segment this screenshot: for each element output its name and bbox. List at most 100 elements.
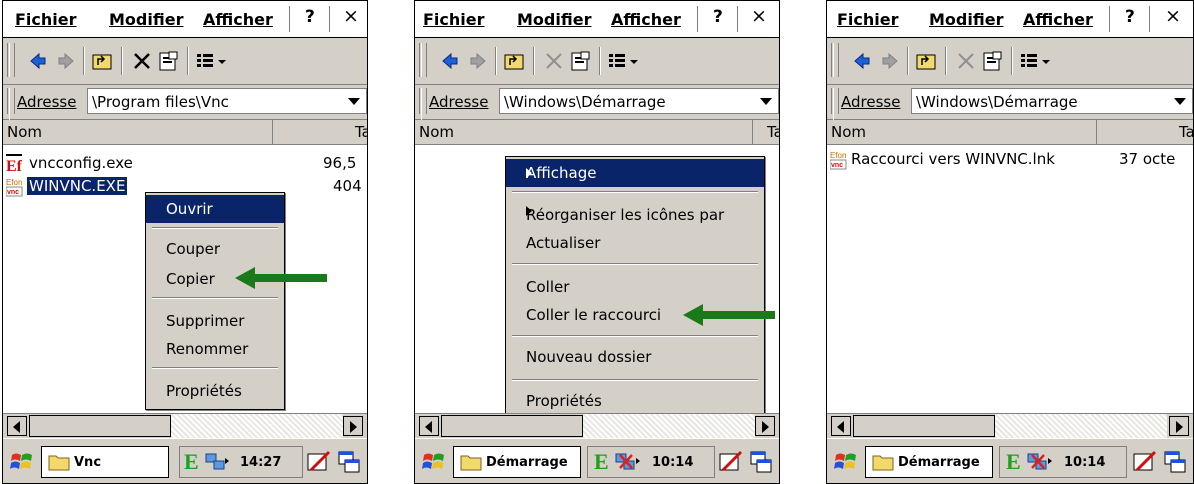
task-button-vnc[interactable]: Vnc [41, 446, 169, 478]
windows-start-icon[interactable] [421, 449, 447, 475]
address-input[interactable]: \Windows\Démarrage [499, 88, 779, 114]
task-button-demarrage[interactable]: Démarrage [865, 446, 993, 478]
scroll-track[interactable] [171, 414, 343, 438]
close-button[interactable]: × [343, 5, 359, 27]
address-grip[interactable] [419, 88, 427, 122]
delete-icon[interactable] [543, 50, 565, 72]
pen-input-icon[interactable] [719, 450, 743, 474]
forward-icon[interactable] [879, 50, 901, 72]
pen-input-icon[interactable] [1133, 450, 1157, 474]
horizontal-scrollbar[interactable] [415, 413, 779, 438]
toolbar-grip[interactable] [419, 43, 427, 77]
properties-icon[interactable] [569, 50, 591, 72]
column-header-size[interactable]: Ta [767, 123, 779, 141]
scroll-thumb[interactable] [29, 415, 171, 437]
menu-fichier[interactable]: Fichier [15, 10, 77, 29]
scroll-left-button[interactable] [831, 416, 851, 436]
view-menu-icon[interactable] [1019, 50, 1051, 72]
menu-modifier[interactable]: Modifier [929, 10, 1003, 29]
efon-tray-icon[interactable]: E [184, 449, 199, 475]
properties-icon[interactable] [981, 50, 1003, 72]
menu-afficher[interactable]: Afficher [203, 10, 273, 29]
column-header-name[interactable]: Nom [3, 120, 273, 144]
scroll-thumb[interactable] [853, 415, 995, 437]
view-menu-icon[interactable] [195, 50, 227, 72]
task-button-demarrage[interactable]: Démarrage [453, 446, 581, 478]
menu-modifier[interactable]: Modifier [517, 10, 591, 29]
up-folder-icon[interactable] [915, 50, 937, 72]
context-item-actualiser[interactable]: Actualiser [506, 231, 764, 255]
menu-fichier[interactable]: Fichier [423, 10, 485, 29]
close-button[interactable]: × [1165, 5, 1181, 27]
properties-icon[interactable] [157, 50, 179, 72]
context-item-proprietes[interactable]: Propriétés [146, 379, 284, 403]
back-icon[interactable] [851, 50, 873, 72]
context-item-reorganiser[interactable]: Réorganiser les icônes par [506, 203, 764, 227]
help-button[interactable]: ? [713, 7, 723, 27]
close-button[interactable]: × [751, 5, 767, 27]
context-item-affichage[interactable]: Affichage [506, 159, 764, 187]
menu-modifier[interactable]: Modifier [109, 10, 183, 29]
chevron-down-icon[interactable] [1174, 98, 1186, 105]
toolbar-grip[interactable] [831, 43, 839, 77]
back-icon[interactable] [439, 50, 461, 72]
up-folder-icon[interactable] [503, 50, 525, 72]
delete-icon[interactable] [131, 50, 153, 72]
scroll-track[interactable] [583, 414, 755, 438]
horizontal-scrollbar[interactable] [827, 413, 1193, 438]
context-item-supprimer[interactable]: Supprimer [146, 309, 284, 333]
address-grip[interactable] [831, 88, 839, 122]
file-row[interactable]: Ef vncconfig.exe 96,5 [3, 153, 367, 175]
chevron-down-icon[interactable] [760, 98, 772, 105]
menu-afficher[interactable]: Afficher [611, 10, 681, 29]
column-header-size[interactable]: Ta [355, 123, 367, 141]
context-item-renommer[interactable]: Renommer [146, 337, 284, 361]
address-grip[interactable] [7, 88, 15, 122]
switch-window-icon[interactable] [337, 450, 361, 474]
windows-start-icon[interactable] [833, 449, 859, 475]
help-button[interactable]: ? [305, 7, 315, 27]
switch-window-icon[interactable] [749, 450, 773, 474]
network-icon[interactable] [204, 451, 230, 473]
scroll-right-button[interactable] [755, 416, 775, 436]
address-input[interactable]: \Program files\Vnc [87, 88, 367, 114]
toolbar-separator [121, 47, 123, 75]
column-header-size[interactable]: Ta [1179, 123, 1193, 141]
column-header: Nom Ta [3, 120, 367, 145]
horizontal-scrollbar[interactable] [3, 413, 367, 438]
efon-tray-icon[interactable]: E [594, 449, 609, 475]
context-item-coller[interactable]: Coller [506, 275, 764, 299]
switch-window-icon[interactable] [1163, 450, 1187, 474]
windows-start-icon[interactable] [9, 449, 35, 475]
scroll-track[interactable] [995, 414, 1167, 438]
context-item-ouvrir[interactable]: Ouvrir [146, 195, 284, 223]
context-item-proprietes[interactable]: Propriétés [506, 389, 764, 413]
arrow-right-icon [350, 421, 357, 433]
forward-icon[interactable] [467, 50, 489, 72]
back-icon[interactable] [27, 50, 49, 72]
scroll-right-button[interactable] [343, 416, 363, 436]
network-disconnected-icon[interactable] [1026, 451, 1054, 473]
column-header-name[interactable]: Nom [827, 120, 1097, 144]
context-item-couper[interactable]: Couper [146, 237, 284, 261]
forward-icon[interactable] [55, 50, 77, 72]
address-input[interactable]: \Windows\Démarrage [911, 88, 1193, 114]
help-button[interactable]: ? [1125, 7, 1135, 27]
menu-afficher[interactable]: Afficher [1023, 10, 1093, 29]
scroll-left-button[interactable] [419, 416, 439, 436]
network-disconnected-icon[interactable] [614, 451, 642, 473]
view-menu-icon[interactable] [607, 50, 639, 72]
chevron-down-icon[interactable] [348, 98, 360, 105]
column-header-name[interactable]: Nom [415, 120, 753, 144]
toolbar-grip[interactable] [7, 43, 15, 77]
scroll-thumb[interactable] [441, 415, 583, 437]
up-folder-icon[interactable] [91, 50, 113, 72]
scroll-right-button[interactable] [1169, 416, 1189, 436]
efon-tray-icon[interactable]: E [1006, 449, 1021, 475]
pen-input-icon[interactable] [307, 450, 331, 474]
context-item-nouveau-dossier[interactable]: Nouveau dossier [506, 345, 764, 369]
menu-fichier[interactable]: Fichier [837, 10, 899, 29]
scroll-left-button[interactable] [7, 416, 27, 436]
file-row[interactable]: Efon vnc Raccourci vers WINVNC.lnk 37 oct… [827, 149, 1193, 171]
delete-icon[interactable] [955, 50, 977, 72]
